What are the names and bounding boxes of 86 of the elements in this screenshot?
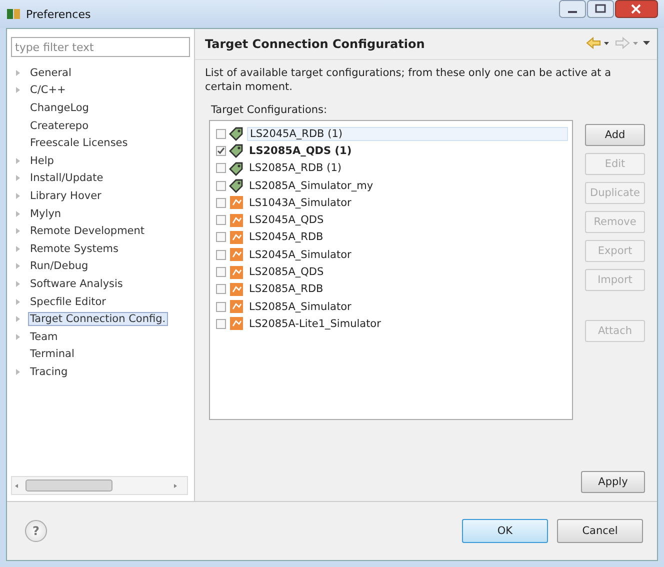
window-title: Preferences: [26, 8, 91, 20]
tree-item[interactable]: Tracing: [28, 364, 70, 379]
side-button[interactable]: Add: [585, 124, 645, 146]
tree-item[interactable]: Terminal: [28, 347, 76, 362]
tree-item[interactable]: Freescale Licenses: [28, 136, 130, 150]
expand-arrow-icon[interactable]: [15, 158, 21, 164]
tag-icon: [229, 127, 243, 142]
forward-arrow-icon[interactable]: [616, 36, 630, 49]
chip-icon: [230, 214, 243, 227]
tag-icon: [229, 144, 243, 158]
app-icon: [6, 7, 21, 21]
expand-arrow-icon[interactable]: [15, 263, 21, 270]
tree-item[interactable]: Run/Debug: [28, 259, 90, 274]
expand-arrow-icon[interactable]: [15, 228, 21, 234]
checkbox[interactable]: [216, 318, 226, 329]
expand-arrow-icon[interactable]: [15, 70, 21, 76]
expand-arrow-icon[interactable]: [15, 87, 21, 94]
dropdown-icon[interactable]: [604, 42, 609, 44]
configuration-item[interactable]: LS2085A_Simulator: [247, 300, 354, 313]
checkbox[interactable]: [216, 180, 226, 191]
chip-icon: [230, 266, 243, 279]
tree-item[interactable]: Team: [28, 330, 60, 344]
expand-arrow-icon[interactable]: [15, 298, 21, 305]
tree-item[interactable]: Install/Update: [28, 171, 106, 186]
checkbox[interactable]: [216, 163, 226, 174]
configuration-item[interactable]: LS2085A_QDS (1): [247, 144, 354, 157]
checkbox[interactable]: [216, 284, 226, 294]
checkbox[interactable]: [216, 250, 226, 260]
tree-item[interactable]: Remote Development: [28, 224, 147, 238]
expand-arrow-icon[interactable]: [15, 316, 21, 322]
tree-item[interactable]: Specfile Editor: [28, 294, 108, 309]
tree-item[interactable]: ChangeLog: [28, 100, 91, 115]
checkbox[interactable]: [216, 146, 226, 156]
tag-icon: [229, 179, 243, 194]
expand-arrow-icon[interactable]: [15, 175, 21, 182]
checkbox[interactable]: [216, 215, 226, 226]
minimize-icon[interactable]: [559, 0, 586, 18]
tree-item[interactable]: Software Analysis: [28, 276, 125, 291]
tree-item[interactable]: C/C++: [28, 83, 68, 98]
expand-arrow-icon[interactable]: [15, 192, 21, 199]
tree-item[interactable]: Createrepo: [28, 118, 91, 133]
close-icon[interactable]: [615, 0, 658, 18]
list-label: Target Configurations:: [210, 103, 328, 118]
configuration-item[interactable]: LS2085A_Simulator_my: [247, 180, 376, 192]
chip-icon: [230, 317, 243, 330]
dialog-button[interactable]: Cancel: [557, 519, 643, 543]
chip-icon: [230, 300, 243, 314]
filter-field[interactable]: type filter text: [11, 37, 190, 57]
chip-icon: [230, 230, 243, 244]
checkbox[interactable]: [216, 302, 226, 312]
tree-item[interactable]: Target Connection Config.: [28, 312, 168, 326]
checkbox[interactable]: [216, 267, 226, 278]
tree-item[interactable]: General: [28, 66, 74, 80]
tree-item[interactable]: Library Hover: [28, 188, 104, 203]
maximize-icon[interactable]: [587, 0, 614, 18]
chip-icon: [230, 282, 243, 296]
description-text: List of available target configurations; from these only one can be active at a certain moment.: [204, 66, 612, 94]
configuration-item[interactable]: LS2085A_RDB: [247, 283, 326, 296]
checkbox[interactable]: [216, 128, 226, 139]
tree-item[interactable]: Help: [28, 154, 56, 168]
tag-icon: [229, 162, 243, 176]
tree-item[interactable]: Remote Systems: [28, 242, 120, 256]
chip-icon: [230, 196, 243, 210]
page-title: Target Connection Configuration: [205, 37, 425, 51]
chip-icon: [230, 248, 243, 262]
configuration-item[interactable]: LS2045A_Simulator: [247, 248, 354, 261]
tree-item[interactable]: Mylyn: [28, 206, 64, 221]
expand-arrow-icon[interactable]: [15, 246, 21, 252]
configuration-item[interactable]: LS2045A_RDB (1): [247, 126, 568, 141]
expand-arrow-icon[interactable]: [15, 210, 21, 217]
checkbox[interactable]: [216, 232, 226, 242]
expand-arrow-icon[interactable]: [15, 368, 21, 375]
configuration-item[interactable]: LS2045A_QDS: [247, 214, 326, 226]
expand-arrow-icon[interactable]: [15, 334, 21, 340]
configuration-item[interactable]: LS2085A-Lite1_Simulator: [247, 318, 383, 330]
help-button[interactable]: ?: [25, 520, 47, 542]
view-menu-icon[interactable]: [643, 40, 650, 44]
horizontal-scrollbar[interactable]: [11, 476, 188, 495]
configuration-item[interactable]: LS1043A_Simulator: [247, 196, 354, 209]
configuration-item[interactable]: LS2045A_RDB: [247, 231, 326, 244]
expand-arrow-icon[interactable]: [15, 280, 21, 287]
dialog-button[interactable]: OK: [462, 519, 548, 543]
apply-button[interactable]: Apply: [581, 471, 645, 493]
configuration-item[interactable]: LS2085A_RDB (1): [247, 162, 344, 174]
checkbox[interactable]: [216, 198, 226, 208]
configuration-item[interactable]: LS2085A_QDS: [247, 266, 326, 278]
